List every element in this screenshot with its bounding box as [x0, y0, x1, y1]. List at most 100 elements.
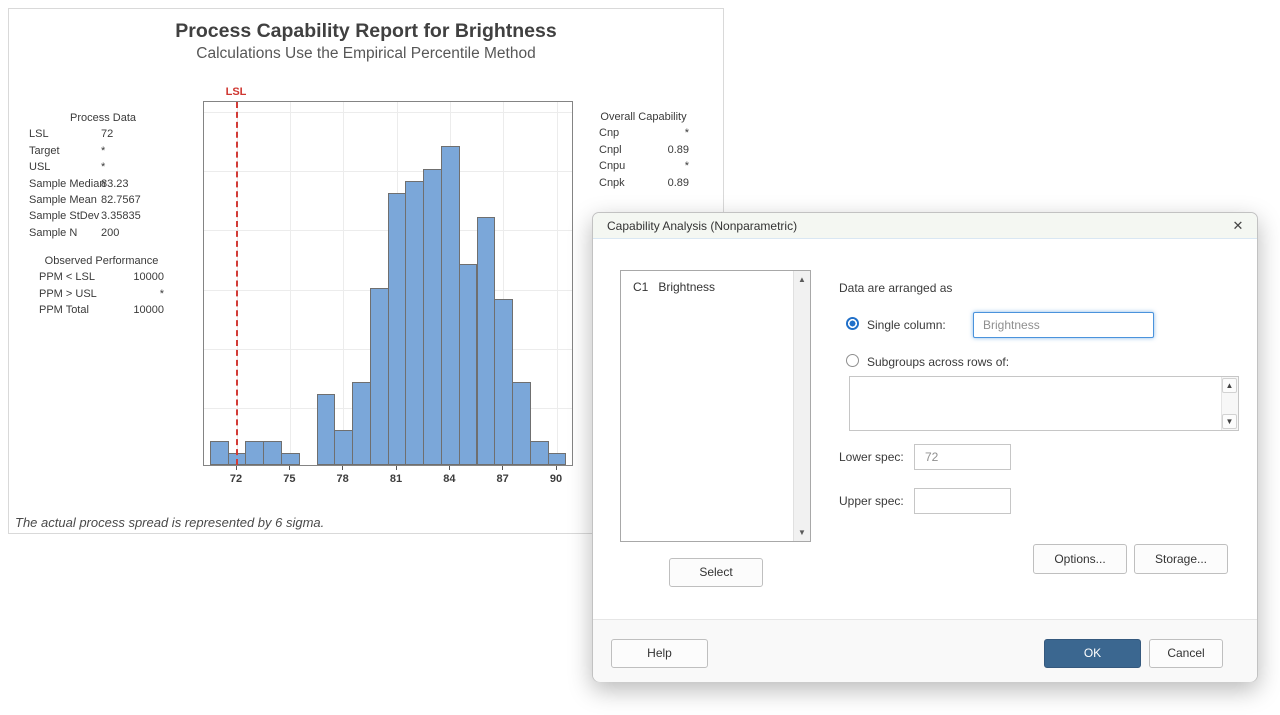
scroll-up-icon[interactable]: ▲ [1222, 378, 1237, 393]
single-column-radio[interactable] [846, 317, 859, 330]
histogram-bar [352, 382, 371, 465]
report-subtitle: Calculations Use the Empirical Percentil… [9, 45, 723, 63]
stat-value: 10000 [111, 269, 164, 285]
options-button[interactable]: Options... [1033, 544, 1127, 574]
lsl-label: LSL [210, 86, 262, 98]
stat-row: USL* [29, 159, 177, 175]
stat-label: Sample N [29, 225, 101, 241]
axis-tick-label: 84 [431, 473, 467, 485]
stat-label: Cnpk [599, 175, 639, 191]
stat-row: LSL72 [29, 126, 177, 142]
stat-row: Sample Median83.23 [29, 176, 177, 192]
column-id: C1 [633, 280, 648, 294]
stat-value: 83.23 [101, 176, 177, 192]
axis-tick-label: 78 [325, 473, 361, 485]
stat-value: * [101, 159, 177, 175]
histogram-bar [530, 441, 549, 465]
stat-label: LSL [29, 126, 101, 142]
stat-value: * [101, 143, 177, 159]
stat-value: 0.89 [639, 175, 689, 191]
stat-label: USL [29, 159, 101, 175]
histogram-bar [494, 299, 513, 465]
stat-row: PPM < LSL10000 [39, 269, 164, 285]
x-axis: 72 75 78 81 84 87 90 [203, 466, 573, 496]
subgroups-input[interactable]: ▲ ▼ [849, 376, 1239, 431]
lower-spec-label: Lower spec: [839, 450, 904, 464]
stat-value: 72 [101, 126, 177, 142]
stat-row: PPM > USL* [39, 286, 164, 302]
stat-value: 0.89 [639, 142, 689, 158]
subgroups-label[interactable]: Subgroups across rows of: [867, 355, 1009, 369]
process-data-title: Process Data [29, 110, 177, 126]
histogram-bar [477, 217, 496, 465]
observed-performance-title: Observed Performance [39, 253, 164, 269]
column-listbox[interactable]: C1 Brightness ▲ ▼ [620, 270, 811, 542]
subgroups-scrollbar[interactable]: ▲ ▼ [1221, 377, 1238, 430]
histogram-bar [281, 453, 300, 465]
histogram-bar [459, 264, 478, 465]
stat-row: Sample N200 [29, 225, 177, 241]
upper-spec-input[interactable] [914, 488, 1011, 514]
gridline [290, 102, 291, 465]
single-column-label[interactable]: Single column: [867, 318, 946, 332]
histogram-bar [405, 181, 424, 465]
list-item[interactable]: C1 Brightness [621, 271, 810, 294]
histogram-bar [548, 453, 567, 465]
stat-label: Sample StDev [29, 208, 101, 224]
single-column-input[interactable] [973, 312, 1154, 338]
stat-row: Sample Mean82.7567 [29, 192, 177, 208]
overall-capability-title: Overall Capability [593, 109, 694, 125]
axis-tick [502, 466, 503, 470]
listbox-scrollbar[interactable]: ▲ ▼ [793, 271, 810, 541]
stat-value: * [111, 286, 164, 302]
column-name: Brightness [658, 280, 715, 294]
observed-performance-panel: Observed Performance PPM < LSL10000PPM >… [39, 253, 164, 319]
stat-value: 10000 [111, 302, 164, 318]
axis-tick-label: 87 [485, 473, 521, 485]
storage-button[interactable]: Storage... [1134, 544, 1228, 574]
gridline [204, 171, 572, 172]
stat-label: PPM < LSL [39, 269, 111, 285]
scroll-down-icon[interactable]: ▼ [794, 525, 810, 540]
stat-value: 82.7567 [101, 192, 177, 208]
cancel-button[interactable]: Cancel [1149, 639, 1223, 668]
data-arranged-label: Data are arranged as [839, 281, 952, 295]
select-button[interactable]: Select [669, 558, 763, 587]
axis-tick-label: 90 [538, 473, 574, 485]
close-icon[interactable]: ✕ [1219, 213, 1257, 239]
stat-label: Sample Mean [29, 192, 101, 208]
axis-tick [236, 466, 237, 470]
stat-value: * [639, 125, 689, 141]
axis-tick [396, 466, 397, 470]
dialog-title: Capability Analysis (Nonparametric) [607, 213, 797, 239]
process-data-panel: Process Data LSL72Target*USL*Sample Medi… [29, 110, 177, 241]
histogram-bar [512, 382, 531, 465]
histogram-bar [317, 394, 336, 465]
histogram-bar [334, 430, 353, 465]
gridline [343, 102, 344, 465]
ok-button[interactable]: OK [1044, 639, 1141, 668]
stat-value: 3.35835 [101, 208, 177, 224]
scroll-down-icon[interactable]: ▼ [1222, 414, 1237, 429]
stat-row: Cnpl0.89 [593, 142, 694, 158]
report-title: Process Capability Report for Brightness [9, 20, 723, 43]
stat-row: Cnpu* [593, 158, 694, 174]
stat-label: Cnpl [599, 142, 639, 158]
axis-tick [342, 466, 343, 470]
stat-label: PPM > USL [39, 286, 111, 302]
lsl-line [236, 102, 238, 465]
axis-tick-label: 75 [271, 473, 307, 485]
subgroups-radio[interactable] [846, 354, 859, 367]
scroll-up-icon[interactable]: ▲ [794, 272, 810, 287]
stat-label: Sample Median [29, 176, 101, 192]
axis-tick-label: 72 [218, 473, 254, 485]
histogram-bar [210, 441, 229, 465]
stat-value: 200 [101, 225, 177, 241]
stat-row: Target* [29, 143, 177, 159]
lower-spec-input[interactable] [914, 444, 1011, 470]
stat-label: Target [29, 143, 101, 159]
axis-tick [289, 466, 290, 470]
stat-row: PPM Total10000 [39, 302, 164, 318]
axis-tick-label: 81 [378, 473, 414, 485]
help-button[interactable]: Help [611, 639, 708, 668]
